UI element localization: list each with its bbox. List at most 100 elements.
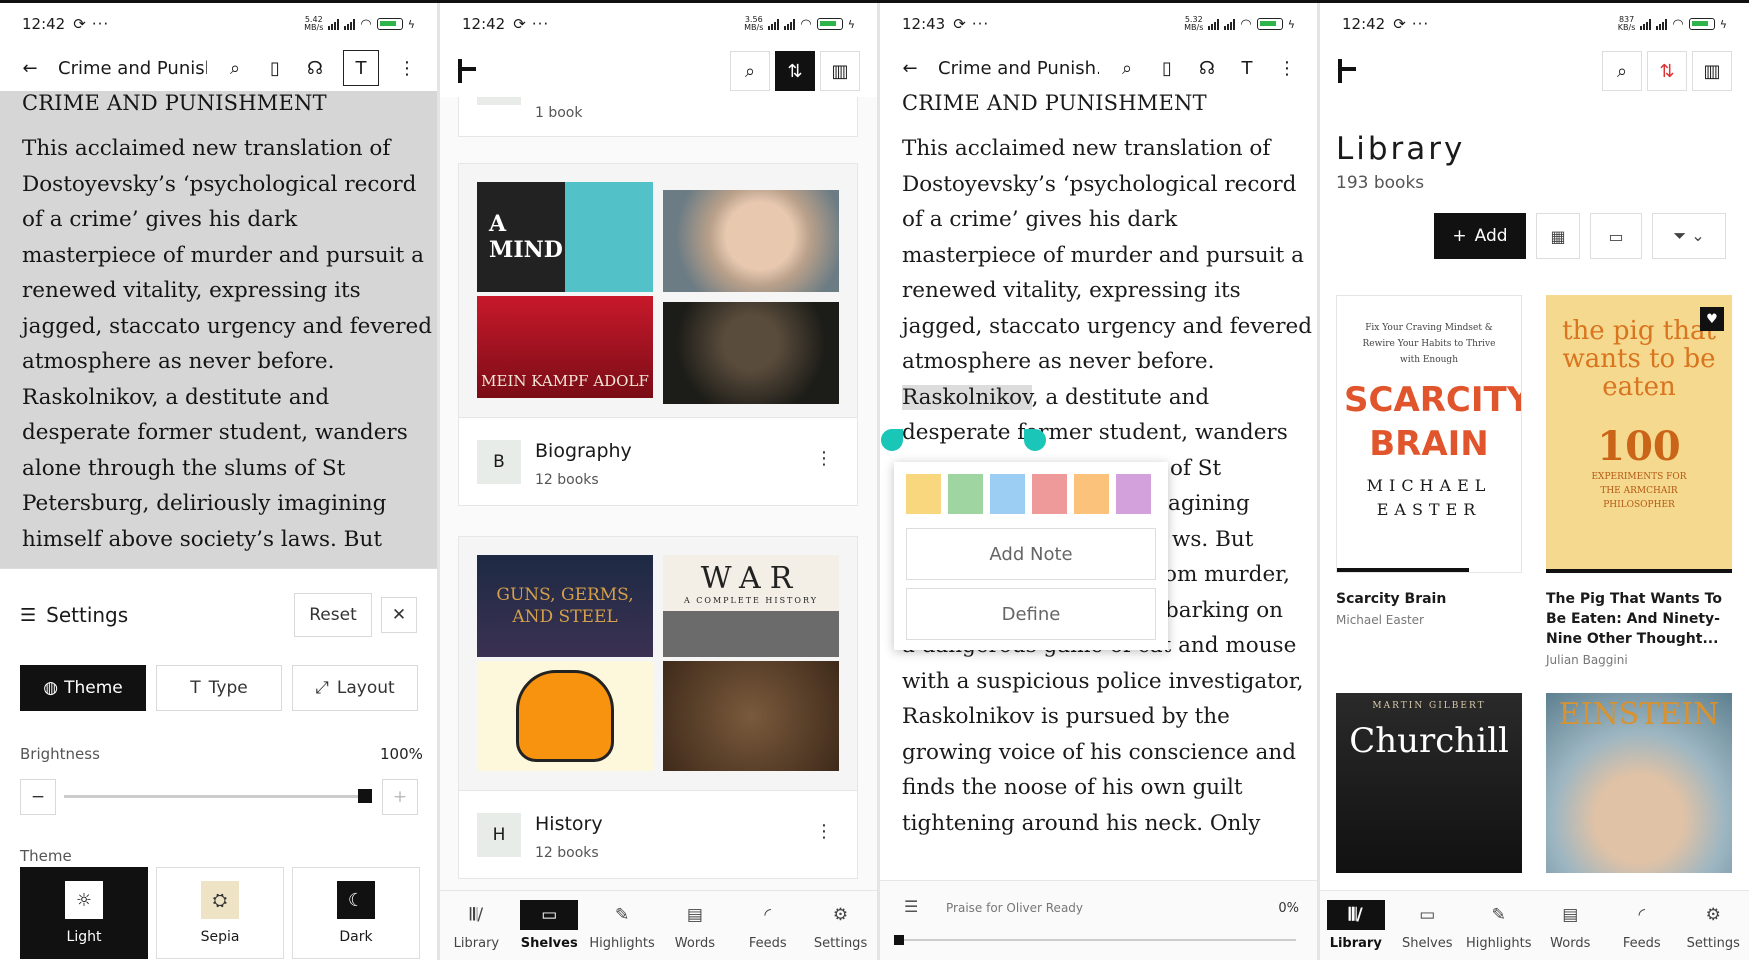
- highlight-color-green[interactable]: [948, 474, 983, 514]
- highlight-color-orange[interactable]: [1074, 474, 1109, 514]
- library-icon: 𝄃𝄃/: [469, 905, 484, 925]
- signal-icon: [768, 18, 780, 30]
- reader-toolbar: ← Crime and Punish... ⌕ ▯ ☊ T ⋮: [880, 45, 1317, 91]
- status-time: 12:42: [1342, 15, 1386, 33]
- text-settings-icon[interactable]: T: [1235, 56, 1259, 80]
- reader-dim-overlay[interactable]: [0, 91, 437, 571]
- highlight-color-red[interactable]: [1032, 474, 1067, 514]
- book-title[interactable]: Scarcity Brain: [1336, 589, 1522, 609]
- brightness-increase-button[interactable]: +: [382, 779, 418, 815]
- folder-button[interactable]: ▭: [1590, 213, 1642, 259]
- text-span: ws. But: [1172, 526, 1254, 552]
- selection-start-handle[interactable]: [881, 429, 903, 451]
- app-logo: [458, 59, 476, 83]
- book-title[interactable]: The Pig That Wants To Be Eaten: And Nine…: [1546, 589, 1734, 649]
- theme-sepia-option[interactable]: ⛭ Sepia: [156, 867, 284, 959]
- progress-slider-handle[interactable]: [894, 935, 904, 945]
- book-cover-pig-wants[interactable]: the pig that wants to be eaten 100 EXPER…: [1546, 295, 1732, 573]
- more-vert-icon[interactable]: ⋮: [815, 821, 833, 842]
- back-arrow-icon[interactable]: ←: [898, 56, 922, 80]
- back-arrow-icon[interactable]: ←: [18, 56, 42, 80]
- selected-word[interactable]: Raskolnikov: [902, 384, 1032, 410]
- brightness-decrease-button[interactable]: −: [20, 779, 56, 815]
- nav-shelves[interactable]: ▭ Shelves: [1392, 891, 1464, 960]
- toc-icon[interactable]: ☰: [904, 897, 918, 916]
- moon-icon: ☾: [337, 881, 375, 919]
- search-button[interactable]: ⌕: [1602, 51, 1642, 91]
- tab-type[interactable]: T Type: [156, 665, 282, 711]
- nav-highlights[interactable]: ✎ Highlights: [586, 891, 659, 960]
- brightness-slider[interactable]: [64, 795, 366, 798]
- nav-settings[interactable]: ⚙ Settings: [1678, 891, 1749, 960]
- nav-feeds[interactable]: ◜ Feeds: [1606, 891, 1678, 960]
- more-status-icon: ···: [971, 15, 990, 33]
- brightness-slider-handle[interactable]: [358, 789, 372, 803]
- nav-library[interactable]: 𝄃𝄃/ Library: [440, 891, 513, 960]
- headphones-icon[interactable]: ☊: [1195, 56, 1219, 80]
- status-time: 12:43: [902, 15, 946, 33]
- more-vert-icon[interactable]: ⋮: [395, 56, 419, 80]
- tab-theme[interactable]: ◍ Theme: [20, 665, 146, 711]
- shelf-row-history[interactable]: H History 12 books ⋮: [458, 791, 858, 879]
- shelf-row-biography[interactable]: B Biography 12 books ⋮: [458, 418, 858, 506]
- shelf-count: 1 book: [535, 105, 583, 121]
- text-line: Dostoyevsky’s ‘psychological record: [902, 171, 1297, 197]
- stats-button[interactable]: ▥: [1692, 51, 1732, 91]
- folder-icon: ▭: [520, 900, 579, 930]
- tab-layout[interactable]: ⤢ Layout: [292, 665, 418, 711]
- reset-button[interactable]: Reset: [294, 593, 372, 637]
- highlight-color-blue[interactable]: [990, 474, 1025, 514]
- highlighter-icon: ✎: [614, 905, 630, 925]
- add-note-button[interactable]: Add Note: [906, 528, 1156, 580]
- signal-icon: [328, 18, 340, 30]
- text-settings-icon[interactable]: T: [343, 50, 379, 86]
- text-span: agining: [1168, 491, 1250, 516]
- sort-button[interactable]: ⇅: [1647, 51, 1687, 91]
- search-button[interactable]: ⌕: [730, 51, 770, 91]
- cover-title: the pig that wants to be eaten: [1562, 316, 1716, 402]
- sort-button[interactable]: ⇅: [775, 51, 815, 91]
- progress-slider[interactable]: [896, 939, 1296, 941]
- text-line: atmosphere as never before.: [902, 349, 1215, 374]
- highlight-color-yellow[interactable]: [906, 474, 941, 514]
- headphones-icon[interactable]: ☊: [303, 56, 327, 80]
- text-line: This acclaimed new translation of: [902, 136, 1271, 161]
- previous-shelf-card[interactable]: 1 book: [458, 97, 858, 137]
- grid-view-button[interactable]: ▦: [1536, 213, 1580, 259]
- nav-words[interactable]: ▤ Words: [1535, 891, 1607, 960]
- favorite-heart-icon[interactable]: ♥: [1700, 307, 1724, 331]
- shelf-card-history[interactable]: GUNS, GERMS, AND STEEL WAR A COMPLETE HIS…: [458, 536, 858, 791]
- nav-highlights[interactable]: ✎ Highlights: [1463, 891, 1535, 960]
- book-cover-einstein[interactable]: EINSTEIN: [1546, 693, 1732, 873]
- bookmark-icon[interactable]: ▯: [1155, 56, 1179, 80]
- highlight-color-purple[interactable]: [1116, 474, 1151, 514]
- page-title: Library: [1336, 131, 1466, 167]
- add-book-button[interactable]: + Add: [1434, 213, 1526, 259]
- book-cover-churchill[interactable]: MARTIN GILBERT Churchill: [1336, 693, 1522, 873]
- close-icon[interactable]: ✕: [381, 597, 417, 633]
- theme-label: Theme: [20, 847, 72, 865]
- more-vert-icon[interactable]: ⋮: [1275, 56, 1299, 80]
- filter-button[interactable]: ⏷ ⌄: [1652, 213, 1726, 259]
- selection-end-handle[interactable]: [1024, 429, 1046, 451]
- signal-icon-2: [1656, 18, 1668, 30]
- stats-button[interactable]: ▥: [820, 51, 860, 91]
- nav-shelves[interactable]: ▭ Shelves: [513, 891, 586, 960]
- shelf-name: Biography: [535, 440, 632, 462]
- nav-settings[interactable]: ⚙ Settings: [804, 891, 877, 960]
- chapter-heading: CRIME AND PUNISHMENT: [902, 91, 1207, 115]
- nav-library[interactable]: 𝄃𝄃/ Library: [1320, 891, 1392, 960]
- more-vert-icon[interactable]: ⋮: [815, 448, 833, 469]
- book-cover-portrait: [663, 190, 839, 292]
- bookmark-icon[interactable]: ▯: [263, 56, 287, 80]
- nav-feeds[interactable]: ◜ Feeds: [731, 891, 804, 960]
- nav-label: Shelves: [1401, 936, 1453, 951]
- search-icon[interactable]: ⌕: [223, 56, 247, 80]
- define-button[interactable]: Define: [906, 588, 1156, 640]
- search-icon[interactable]: ⌕: [1115, 56, 1139, 80]
- shelf-card-biography[interactable]: A MIND MEIN KAMPF ADOLF: [458, 163, 858, 418]
- theme-light-option[interactable]: ☼ Light: [20, 867, 148, 959]
- nav-words[interactable]: ▤ Words: [658, 891, 731, 960]
- book-cover-scarcity-brain[interactable]: Fix Your Craving Mindset & Rewire Your H…: [1336, 295, 1522, 573]
- theme-dark-option[interactable]: ☾ Dark: [292, 867, 420, 959]
